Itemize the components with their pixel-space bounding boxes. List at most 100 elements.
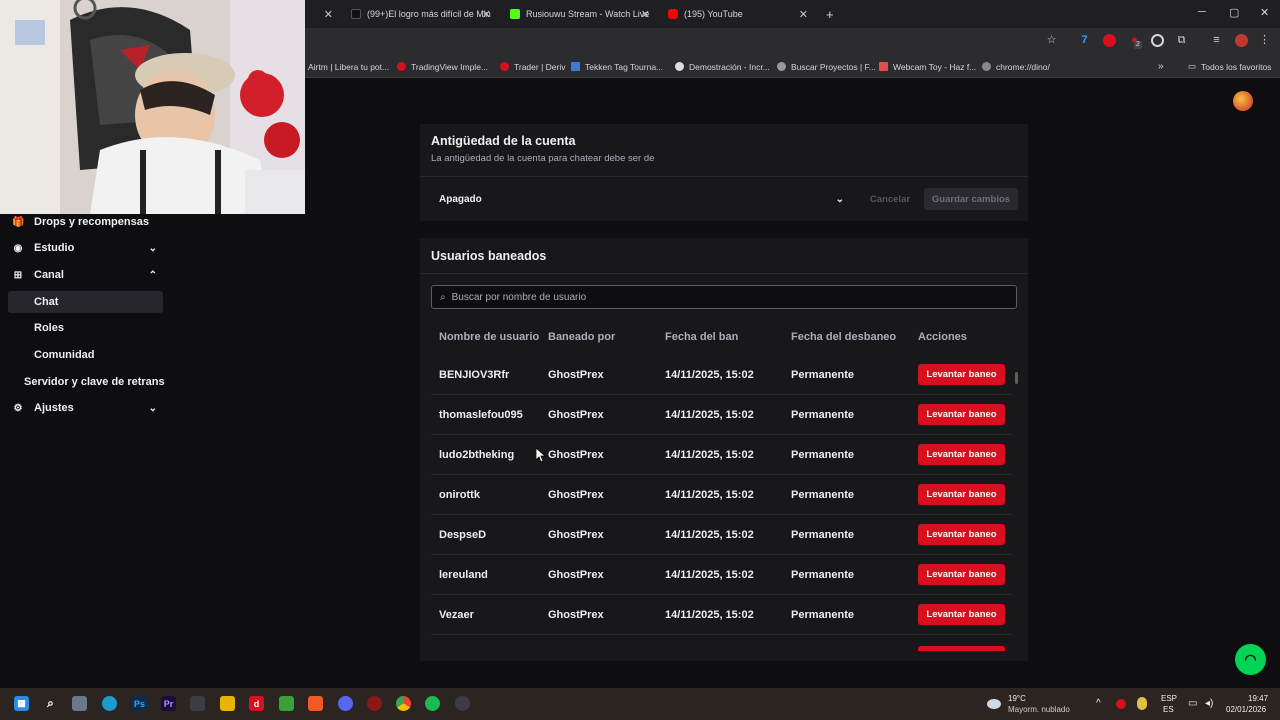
- cell-banned-by: GhostPrex: [548, 609, 604, 621]
- tab-search-icon[interactable]: ≡: [1210, 34, 1223, 47]
- sidebar-item-canal[interactable]: ⊞ Canal ⌃: [8, 264, 163, 286]
- bookmark-label: Trader | Deriv: [514, 61, 566, 72]
- bookmark-label: Buscar Proyectos | F...: [791, 61, 876, 72]
- close-window-icon[interactable]: ✕: [1260, 6, 1269, 19]
- sidebar-item-roles[interactable]: Roles: [8, 317, 163, 339]
- microphone-icon[interactable]: [1137, 697, 1147, 710]
- minecraft-icon[interactable]: [279, 696, 294, 711]
- unban-button[interactable]: Levantar baneo: [918, 404, 1005, 425]
- user-avatar[interactable]: [1233, 91, 1253, 111]
- profile-avatar[interactable]: [1235, 34, 1248, 47]
- kebab-menu-icon[interactable]: ⋮: [1258, 34, 1271, 47]
- close-tab-icon[interactable]: ✕: [324, 8, 333, 21]
- unban-button[interactable]: Levantar baneo: [918, 364, 1005, 385]
- help-chat-button[interactable]: ◠: [1235, 644, 1266, 675]
- save-changes-button[interactable]: Guardar cambios: [924, 188, 1018, 210]
- cell-username: thomaslefou095: [439, 409, 523, 421]
- bookmark-item[interactable]: Buscar Proyectos | F...: [777, 60, 876, 73]
- new-tab-button[interactable]: +: [820, 4, 840, 24]
- bookmark-item[interactable]: TradingView Imple...: [397, 60, 488, 73]
- unban-button[interactable]: Levantar baneo: [918, 604, 1005, 625]
- close-tab-icon[interactable]: ✕: [799, 8, 808, 21]
- bookmark-icon: [879, 62, 888, 71]
- chrome-icon[interactable]: [396, 696, 411, 711]
- table-row: onirottk GhostPrex 14/11/2025, 15:02 Perman…: [431, 475, 1013, 515]
- clock-time[interactable]: 19:47: [1248, 694, 1268, 703]
- column-header-username[interactable]: Nombre de usuario: [439, 331, 539, 343]
- sidebar-item-ajustes[interactable]: ⚙ Ajustes ⌄: [8, 397, 163, 419]
- bookmark-icon: [571, 62, 580, 71]
- sidebar-item-label: Roles: [34, 322, 64, 334]
- bookmarks-more-icon[interactable]: »: [1158, 60, 1164, 73]
- account-age-header: [420, 124, 1028, 176]
- windows-start-icon[interactable]: ▦: [14, 696, 29, 711]
- minimize-icon[interactable]: ─: [1198, 6, 1206, 18]
- extension-icon[interactable]: [1151, 34, 1164, 47]
- bookmark-item[interactable]: Airtm | Libera tu pot...: [308, 60, 389, 73]
- photoshop-icon[interactable]: Ps: [132, 696, 147, 711]
- unban-button-partial[interactable]: [918, 646, 1005, 651]
- volume-icon[interactable]: ◂): [1205, 698, 1213, 709]
- banned-search-input[interactable]: ⌕ Buscar por nombre de usuario: [431, 285, 1017, 309]
- sidebar-item-estudio[interactable]: ◉ Estudio ⌄: [8, 237, 163, 259]
- sidebar-item-chat[interactable]: Chat: [8, 291, 163, 313]
- task-view-icon[interactable]: [72, 696, 87, 711]
- bookmark-item[interactable]: chrome://dino/: [982, 60, 1050, 73]
- tab-current[interactable]: ✕: [305, 4, 339, 24]
- deriv-icon[interactable]: d: [249, 696, 264, 711]
- column-header-ban-date[interactable]: Fecha del ban: [665, 331, 738, 343]
- sidebar-item-drops[interactable]: 🎁 Drops y recompensas: [8, 211, 163, 233]
- tray-chevron-icon[interactable]: ^: [1096, 698, 1101, 709]
- bookmark-item[interactable]: Tekken Tag Tourna...: [571, 60, 663, 73]
- spotify-icon[interactable]: [425, 696, 440, 711]
- column-header-banned-by[interactable]: Baneado por: [548, 331, 615, 343]
- extension-icon[interactable]: 7: [1078, 34, 1091, 47]
- search-icon[interactable]: ⌕: [43, 696, 58, 711]
- app-icon[interactable]: [367, 696, 382, 711]
- tray-app-icon[interactable]: [1116, 699, 1126, 709]
- column-header-unban-date[interactable]: Fecha del desbaneo: [791, 331, 896, 343]
- sidebar-item-servidor[interactable]: Servidor y clave de retrans: [8, 371, 178, 393]
- cancel-button[interactable]: Cancelar: [862, 188, 918, 210]
- language-top[interactable]: ESP: [1161, 694, 1177, 703]
- bookmark-item[interactable]: Webcam Toy - Haz f...: [879, 60, 976, 73]
- sidebar-item-comunidad[interactable]: Comunidad: [8, 344, 163, 366]
- unban-button[interactable]: Levantar baneo: [918, 484, 1005, 505]
- close-tab-icon[interactable]: ✕: [641, 8, 650, 21]
- account-age-title: Antigüedad de la cuenta: [431, 134, 576, 148]
- webcam-image: [0, 0, 305, 214]
- close-tab-icon[interactable]: ✕: [482, 8, 491, 21]
- puzzle-icon[interactable]: ⧉: [1175, 34, 1188, 47]
- cell-ban-date: 14/11/2025, 15:02: [665, 529, 754, 541]
- obs-icon[interactable]: [455, 696, 470, 711]
- tab-youtube[interactable]: (195) YouTube ✕: [662, 4, 814, 24]
- edge-icon[interactable]: [102, 696, 117, 711]
- file-explorer-icon[interactable]: [220, 696, 235, 711]
- bookmark-item[interactable]: Demostración - Incr...: [675, 60, 770, 73]
- tab-kick[interactable]: Rusiouwu Stream - Watch Live ✕: [504, 4, 656, 24]
- star-bookmark-icon[interactable]: ☆: [1045, 34, 1058, 47]
- discord-icon[interactable]: [338, 696, 353, 711]
- tab-tiktok[interactable]: (99+)El logro más difícil de Min ✕: [345, 4, 497, 24]
- unban-button[interactable]: Levantar baneo: [918, 444, 1005, 465]
- brave-icon[interactable]: [308, 696, 323, 711]
- cell-banned-by: GhostPrex: [548, 489, 604, 501]
- gift-icon: 🎁: [12, 216, 25, 228]
- cell-unban-date: Permanente: [791, 569, 854, 581]
- unban-button[interactable]: Levantar baneo: [918, 524, 1005, 545]
- extension-icon[interactable]: [1103, 34, 1116, 47]
- language-bottom[interactable]: ES: [1163, 705, 1174, 714]
- unban-button[interactable]: Levantar baneo: [918, 564, 1005, 585]
- table-scrollbar[interactable]: [1015, 372, 1018, 384]
- network-icon[interactable]: ▭: [1188, 698, 1197, 709]
- maximize-icon[interactable]: ▢: [1229, 6, 1239, 19]
- store-icon[interactable]: [190, 696, 205, 711]
- bookmark-item[interactable]: Trader | Deriv: [500, 60, 566, 73]
- headset-icon: ◠: [1244, 651, 1257, 667]
- cell-banned-by: GhostPrex: [548, 529, 604, 541]
- clock-date[interactable]: 02/01/2026: [1226, 705, 1266, 714]
- account-age-select[interactable]: Apagado ⌄: [431, 188, 852, 210]
- premiere-icon[interactable]: Pr: [161, 696, 176, 711]
- tab-label: Rusiouwu Stream - Watch Live: [526, 9, 650, 19]
- all-bookmarks-folder[interactable]: ▭ Todos los favoritos: [1188, 60, 1271, 73]
